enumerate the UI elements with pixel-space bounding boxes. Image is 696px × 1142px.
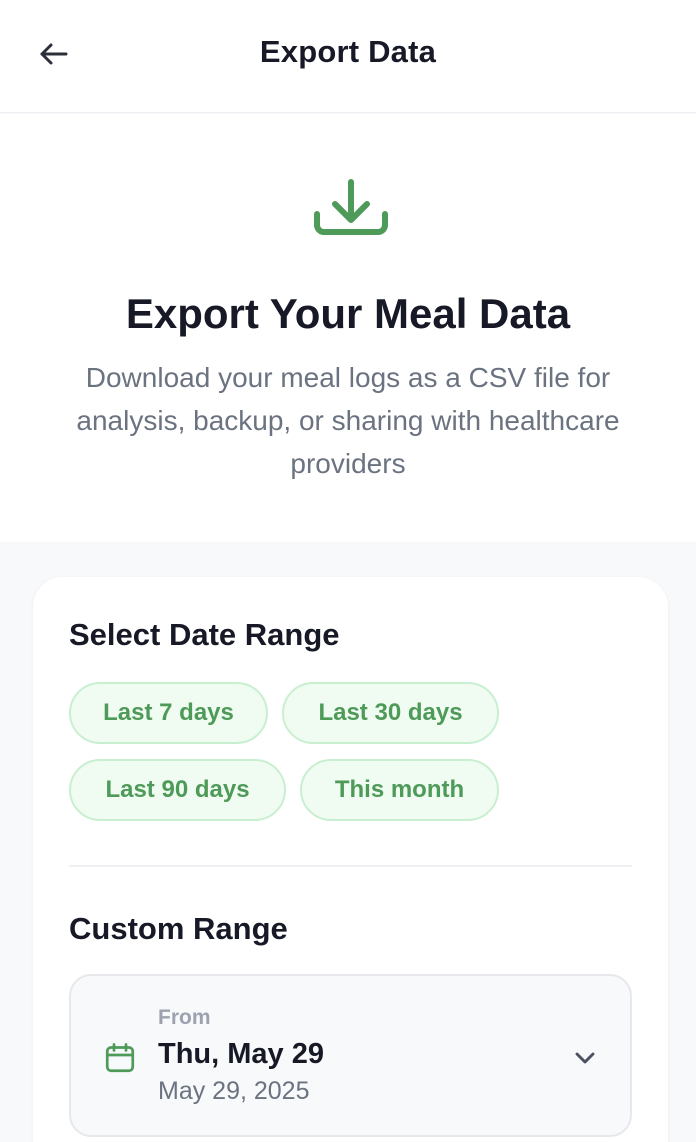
hero-section: Export Your Meal Data Download your meal… (0, 114, 696, 542)
hero-description: Download your meal logs as a CSV file fo… (76, 362, 620, 479)
page-title: Export Data (259, 34, 437, 69)
app-header: Export Data (0, 0, 696, 113)
chip-last-90-days[interactable]: Last 90 days (69, 759, 286, 821)
export-options-card: Select Date Range Last 7 days Last 30 da… (33, 577, 668, 1142)
from-label: From (158, 1006, 211, 1029)
date-range-heading: Select Date Range (69, 617, 340, 652)
chip-this-month[interactable]: This month (300, 759, 499, 821)
hero-title: Export Your Meal Data (125, 290, 571, 337)
chip-last-30-days[interactable]: Last 30 days (282, 682, 499, 744)
chevron-down-icon (575, 1052, 595, 1064)
from-date-full: May 29, 2025 (158, 1077, 310, 1105)
from-date-picker[interactable]: From Thu, May 29 May 29, 2025 (69, 974, 632, 1137)
from-date-value: Thu, May 29 (158, 1038, 324, 1070)
export-data-screen: Export Data Export Your Meal Data Downlo… (0, 0, 696, 1142)
chip-last-7-days[interactable]: Last 7 days (69, 682, 268, 744)
custom-range-heading: Custom Range (69, 911, 288, 946)
calendar-icon (105, 1043, 135, 1073)
download-icon (314, 179, 388, 235)
section-divider (69, 865, 632, 867)
